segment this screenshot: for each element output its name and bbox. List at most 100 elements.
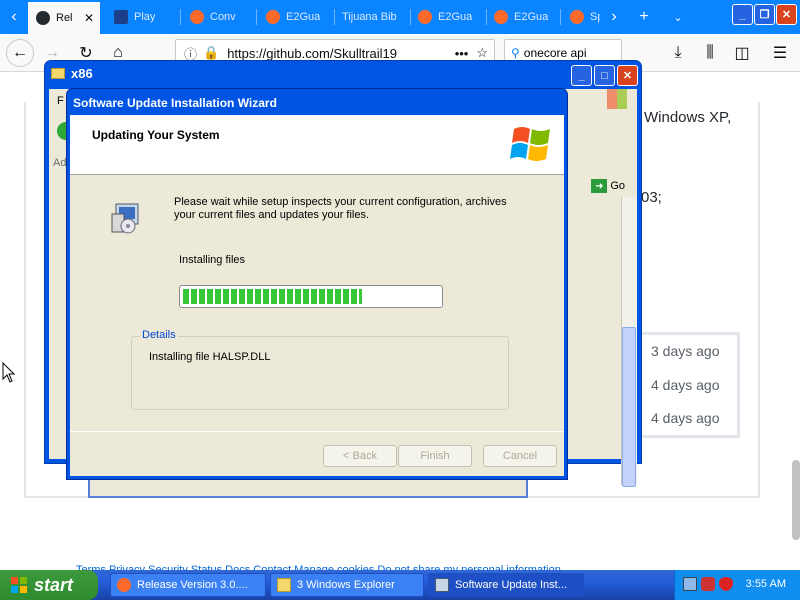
new-tab-button[interactable]: + xyxy=(630,3,658,31)
go-label: Go xyxy=(610,180,625,192)
search-icon: ⚲ xyxy=(511,46,520,60)
wizard-title[interactable]: Software Update Installation Wizard xyxy=(73,96,277,110)
commit-time[interactable]: 4 days ago xyxy=(651,410,720,426)
tab-label: Tijuana Bib xyxy=(342,11,397,23)
update-wizard-window: Software Update Installation Wizard Upda… xyxy=(66,88,568,480)
tab-label: Sp xyxy=(590,11,600,23)
install-progress-bar xyxy=(179,285,443,308)
arrow-left-icon: ← xyxy=(12,44,28,61)
download-icon: ⤓ xyxy=(674,44,682,61)
start-label: start xyxy=(34,574,74,595)
maximize-browser-button[interactable]: ❐ xyxy=(754,4,775,25)
tab-label: E2Gua xyxy=(438,11,473,23)
tab-label: Conv xyxy=(210,11,236,23)
task-label: Release Version 3.0.... xyxy=(137,579,248,591)
page-text-windows: Windows XP, xyxy=(644,109,732,126)
tab-release[interactable]: Rel ✕ xyxy=(28,0,100,34)
library-button[interactable]: ⫼ xyxy=(696,39,724,67)
explorer-maximize-button[interactable]: □ xyxy=(594,65,615,86)
windows-flag-icon xyxy=(11,577,27,593)
browser-tab-bar: ‹ Rel ✕ Play Conv E2Gua Tijuana Bib E2Gu… xyxy=(0,0,800,34)
install-status: Installing files xyxy=(179,254,246,266)
windows-flag-icon xyxy=(607,89,627,109)
back-button[interactable]: ← xyxy=(6,39,34,67)
tab-list-button[interactable]: ⌄ xyxy=(664,3,692,31)
mouse-cursor-icon xyxy=(2,362,16,383)
sidebar-icon: ◫ xyxy=(734,45,750,62)
explorer-scrollbar[interactable] xyxy=(621,197,637,487)
firefox-icon xyxy=(266,10,280,24)
tab-sp[interactable]: Sp xyxy=(562,0,600,34)
firefox-icon xyxy=(190,10,204,24)
url-text: https://github.com/Skulltrail19 xyxy=(227,45,398,61)
network-icon[interactable] xyxy=(683,577,697,591)
explorer-title-bar[interactable]: x86 xyxy=(51,66,93,81)
search-text: onecore api xyxy=(523,46,587,60)
wizard-header: Updating Your System xyxy=(70,115,564,175)
library-icon: ⫼ xyxy=(706,44,714,61)
tab-e2gua-3[interactable]: E2Gua xyxy=(486,0,558,34)
explorer-address-label: Ad xyxy=(53,157,67,169)
details-group: Details Installing file HALSP.DLL xyxy=(131,329,509,410)
menu-button[interactable]: ☰ xyxy=(766,39,794,67)
tab-conv[interactable]: Conv xyxy=(182,0,252,34)
system-tray: 3:55 AM xyxy=(674,570,800,600)
tab-scroll-right-button[interactable]: › xyxy=(600,3,628,31)
finish-button[interactable]: Finish xyxy=(398,445,472,467)
task-windows-explorer[interactable]: 3 Windows Explorer xyxy=(270,573,424,597)
folder-icon xyxy=(277,578,291,592)
clock[interactable]: 3:55 AM xyxy=(746,578,786,590)
installer-icon xyxy=(111,203,139,234)
go-button[interactable]: ➜ Go xyxy=(591,179,625,193)
commit-time[interactable]: 3 days ago xyxy=(651,343,720,359)
tab-separator xyxy=(560,9,561,25)
shield-icon[interactable] xyxy=(719,577,733,591)
page-scrollbar[interactable] xyxy=(792,460,800,540)
task-label: 3 Windows Explorer xyxy=(297,579,395,591)
commit-time[interactable]: 4 days ago xyxy=(651,377,720,393)
firefox-icon xyxy=(494,10,508,24)
folder-icon xyxy=(51,68,65,79)
wizard-message: Please wait while setup inspects your cu… xyxy=(174,196,507,221)
tab-e2gua-2[interactable]: E2Gua xyxy=(410,0,482,34)
tab-separator xyxy=(180,9,181,25)
tab-e2gua-1[interactable]: E2Gua xyxy=(258,0,330,34)
tab-play[interactable]: Play xyxy=(106,0,176,34)
tab-label: Play xyxy=(134,11,156,23)
firefox-icon xyxy=(570,10,584,24)
close-browser-button[interactable]: ✕ xyxy=(776,4,797,25)
close-tab-icon[interactable]: ✕ xyxy=(84,11,94,25)
task-release-version[interactable]: Release Version 3.0.... xyxy=(110,573,266,597)
github-icon xyxy=(36,11,50,25)
start-button[interactable]: start xyxy=(0,570,98,600)
lock-icon[interactable]: 🔒 xyxy=(203,45,219,61)
tab-label: Rel xyxy=(56,12,73,24)
security-icon[interactable] xyxy=(701,577,715,591)
explorer-close-button[interactable]: ✕ xyxy=(617,65,638,86)
tab-scroll-left-button[interactable]: ‹ xyxy=(0,3,28,31)
tab-tijuana[interactable]: Tijuana Bib xyxy=(334,0,408,34)
minimize-browser-button[interactable]: _ xyxy=(732,4,753,25)
task-software-update[interactable]: Software Update Inst... xyxy=(428,573,584,597)
explorer-minimize-button[interactable]: _ xyxy=(571,65,592,86)
back-button[interactable]: < Back xyxy=(323,445,397,467)
firefox-icon xyxy=(418,10,432,24)
tab-separator xyxy=(256,9,257,25)
page-text-03: 03; xyxy=(641,189,662,206)
bookmark-star-icon[interactable]: ☆ xyxy=(476,45,488,61)
page-actions-icon[interactable]: ••• xyxy=(455,46,469,61)
wizard-content: Please wait while setup inspects your cu… xyxy=(70,176,564,430)
taskbar: start Release Version 3.0.... 3 Windows … xyxy=(0,570,800,600)
windows-logo-icon xyxy=(510,127,550,161)
explorer-title: x86 xyxy=(71,66,93,81)
explorer-menu-letter[interactable]: F xyxy=(57,95,64,107)
downloads-button[interactable]: ⤓ xyxy=(664,39,692,67)
scrollbar-thumb[interactable] xyxy=(622,327,636,487)
tab-label: E2Gua xyxy=(514,11,549,23)
sidebar-button[interactable]: ◫ xyxy=(728,39,756,67)
task-label: Software Update Inst... xyxy=(455,579,567,591)
wizard-body: Updating Your System Please wait while s… xyxy=(70,115,564,476)
progress-fill xyxy=(183,289,363,304)
details-text: Installing file HALSP.DLL xyxy=(149,351,271,363)
cancel-button[interactable]: Cancel xyxy=(483,445,557,467)
